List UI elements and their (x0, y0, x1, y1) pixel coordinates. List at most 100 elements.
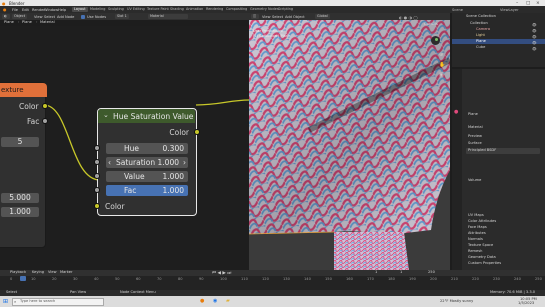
texture-node-header[interactable]: exture (0, 83, 47, 97)
collapse-chevron-icon[interactable]: ⌄ (103, 111, 109, 119)
section-volume[interactable]: Volume (468, 178, 481, 183)
saturation-field[interactable]: ‹ Saturation 1.000 › (106, 157, 188, 168)
timeline-menu-view[interactable]: View (48, 270, 57, 275)
vp-menu-object[interactable]: Object (293, 15, 305, 19)
minimize-icon[interactable]: – (516, 1, 518, 6)
node-menu-node[interactable]: Node (65, 15, 74, 19)
texture-fac-socket[interactable] (42, 118, 48, 124)
value-socket[interactable] (94, 173, 100, 179)
playhead[interactable] (20, 276, 26, 281)
view-layer-selector[interactable]: ViewLayer (500, 8, 519, 12)
visibility-eye-icons[interactable]: 👁 👁 👁 👁 👁 (532, 22, 537, 52)
material-selector[interactable]: Material (148, 14, 188, 19)
outliner-item-camera[interactable]: Camera (476, 27, 490, 32)
close-icon[interactable]: × (536, 1, 540, 6)
object-dropdown[interactable]: Object (12, 14, 28, 19)
section-custom-properties[interactable]: Custom Properties (468, 261, 501, 266)
tab-uv-editing[interactable]: UV Editing (125, 7, 147, 12)
shading-icons[interactable]: ◐ ● ◑ ◯ (399, 15, 418, 20)
tab-layout[interactable]: Layout (72, 7, 88, 12)
hue-field[interactable]: Hue 0.300 (106, 143, 188, 154)
fac-socket[interactable] (94, 187, 100, 193)
tab-modeling[interactable]: Modeling (88, 7, 107, 12)
options-dropdown[interactable]: Options (424, 22, 438, 27)
menu-help[interactable]: Help (58, 8, 66, 12)
timeline-menu-marker[interactable]: Marker (60, 270, 72, 275)
section-face-maps[interactable]: Face Maps (468, 225, 487, 230)
tab-rendering[interactable]: Rendering (204, 7, 225, 12)
section-normals[interactable]: Normals (468, 237, 483, 242)
decrement-arrow-icon[interactable]: ‹ (108, 157, 111, 168)
outliner-item-cube[interactable]: Cube (476, 45, 485, 50)
timeline-menu-playback[interactable]: Playback (10, 270, 26, 275)
properties-tab-strip[interactable] (452, 69, 462, 270)
hue-socket[interactable] (94, 145, 100, 151)
windows-start-icon[interactable]: ⊞ (3, 298, 8, 305)
section-preview[interactable]: Preview (468, 134, 482, 139)
texture-field[interactable]: 5 (1, 137, 39, 147)
outliner-item-plane[interactable]: Plane (476, 39, 486, 44)
outliner-root[interactable]: Scene Collection (466, 14, 496, 19)
node-menu-select[interactable]: Select (44, 15, 55, 19)
timeline-area[interactable]: 0 10 20 30 40 50 60 70 80 90 100 110 120 130 140 150 160… (0, 276, 545, 290)
taskbar-folder-icon[interactable]: ▰ (226, 298, 230, 304)
section-texture-space[interactable]: Texture Space (468, 243, 493, 248)
tab-texture-paint[interactable]: Texture Paint (145, 7, 171, 12)
timeline-menu-keying[interactable]: Keying (32, 270, 44, 275)
saturation-socket[interactable] (94, 159, 100, 165)
section-surface[interactable]: Surface (468, 141, 482, 146)
start-frame-field[interactable]: 1 (400, 270, 402, 275)
texture-color-socket[interactable] (42, 103, 48, 109)
vp-menu-add[interactable]: Add (285, 15, 292, 19)
hue-saturation-node[interactable]: ⌄ Hue Saturation Value Color Hue 0.300 ‹… (94, 108, 200, 216)
gizmo-y-axis-icon[interactable] (435, 38, 438, 41)
value-field[interactable]: Value 1.000 (106, 171, 188, 182)
section-geometry-data[interactable]: Geometry Data (468, 255, 496, 260)
taskbar-edge-icon[interactable]: ◉ (213, 298, 217, 304)
tab-animation[interactable]: Animation (184, 7, 205, 12)
3d-viewport[interactable]: User Perspective (1) Collection | Plane … (249, 20, 450, 270)
use-nodes-checkbox[interactable] (81, 14, 85, 19)
texture-node[interactable]: exture Color Fac 5 5.000 1.000 (0, 82, 48, 248)
node-menu-add[interactable]: Add (57, 15, 64, 19)
end-frame-field[interactable]: 250 (428, 270, 435, 275)
camera-view-icon[interactable]: ▣ (439, 72, 444, 78)
menu-file[interactable]: File (12, 8, 18, 12)
vp-menu-view[interactable]: View (262, 15, 271, 19)
tab-sculpting[interactable]: Sculpting (106, 7, 126, 12)
vp-menu-select[interactable]: Select (272, 15, 283, 19)
blender-menu-icon[interactable]: ● (3, 7, 7, 12)
zoom-icon[interactable]: ⊕ (439, 52, 443, 58)
output-color-socket[interactable] (194, 129, 200, 135)
taskbar-blender-icon[interactable]: ● (200, 298, 204, 304)
node-canvas[interactable]: exture Color Fac 5 5.000 1.000 ⌄ Hue Sat… (0, 26, 249, 270)
outliner-item-light[interactable]: Light (476, 33, 485, 38)
viewport-editor-icon[interactable]: ◫ (251, 14, 259, 19)
tab-compositing[interactable]: Compositing (224, 7, 249, 12)
maximize-icon[interactable]: □ (526, 1, 530, 6)
section-uv-maps[interactable]: UV Maps (468, 213, 484, 218)
orientation-dropdown[interactable]: Global (315, 14, 330, 19)
input-color-socket[interactable] (94, 203, 100, 209)
menu-edit[interactable]: Edit (22, 8, 29, 12)
section-attributes[interactable]: Attributes (468, 231, 486, 236)
properties-material-name[interactable]: Material (468, 125, 483, 130)
texture-field[interactable]: 1.000 (1, 207, 39, 217)
fac-field[interactable]: Fac 1.000 (106, 185, 188, 196)
texture-field[interactable]: 5.000 (1, 193, 39, 203)
section-remesh[interactable]: Remesh (468, 249, 482, 254)
slot-dropdown[interactable]: Slot 1 (115, 14, 129, 19)
outliner-item-collection[interactable]: Collection (470, 21, 488, 26)
menu-render[interactable]: Render (32, 8, 45, 12)
section-color-attributes[interactable]: Color Attributes (468, 219, 496, 224)
node-menu-view[interactable]: View (34, 15, 43, 19)
hue-saturation-header[interactable]: ⌄ Hue Saturation Value (98, 109, 195, 123)
menu-window[interactable]: Window (44, 8, 58, 12)
current-frame-field[interactable]: 1 (375, 270, 377, 275)
material-tab-icon[interactable]: ● (454, 109, 458, 115)
pan-icon[interactable]: ✋ (439, 62, 445, 68)
editor-type-icon[interactable]: ◐ (2, 14, 10, 19)
scene-selector[interactable]: Scene (452, 8, 463, 12)
increment-arrow-icon[interactable]: › (183, 157, 186, 168)
tab-scripting[interactable]: Scripting (276, 7, 295, 12)
